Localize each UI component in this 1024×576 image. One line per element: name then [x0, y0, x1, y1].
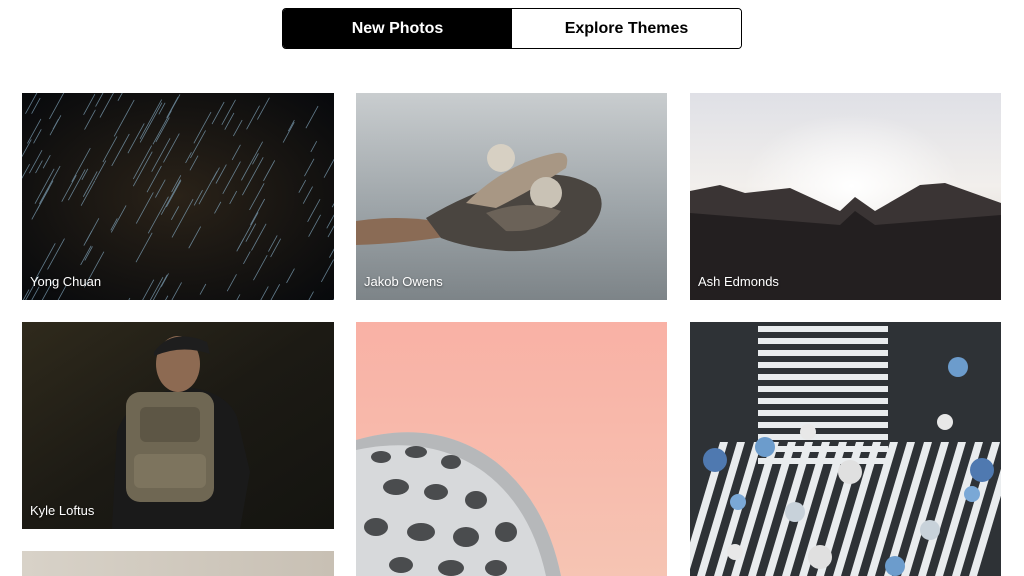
photo-card-ash-edmonds[interactable]: Ash Edmonds [690, 93, 1001, 300]
driftwood-photo [356, 93, 667, 300]
photo-card-jakob-owens[interactable]: Jakob Owens [356, 93, 667, 300]
photo-author: Ash Edmonds [698, 274, 779, 289]
photo-author: Jakob Owens [364, 274, 443, 289]
photo-card-7[interactable] [22, 551, 334, 576]
photo-author: Kyle Loftus [30, 503, 95, 518]
photo-card-kyle-loftus[interactable]: Kyle Loftus [22, 322, 334, 529]
photo-card-5[interactable] [356, 322, 667, 576]
star-trails-photo [22, 93, 334, 300]
sphere-building-photo [356, 322, 667, 576]
tab-switcher: New Photos Explore Themes [282, 8, 742, 49]
partial-photo [22, 551, 334, 576]
photo-card-yong-chuan[interactable]: Yong Chuan [22, 93, 334, 300]
backpack-photo [22, 322, 334, 529]
photo-card-6[interactable] [690, 322, 1001, 576]
photo-author: Yong Chuan [30, 274, 102, 289]
mountain-photo [690, 93, 1001, 300]
tab-new-photos[interactable]: New Photos [283, 9, 512, 48]
tab-explore-themes[interactable]: Explore Themes [512, 9, 741, 48]
crosswalk-photo [690, 322, 1001, 576]
